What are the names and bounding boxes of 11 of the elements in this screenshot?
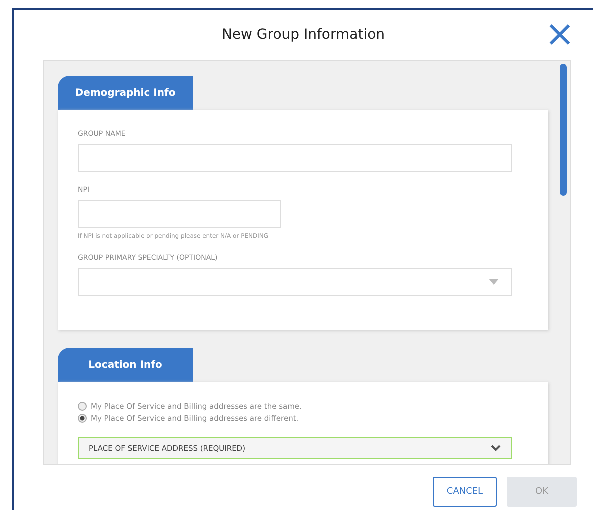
close-button[interactable]: × [544, 20, 575, 50]
caret-icon [489, 279, 499, 285]
chevron-icon [491, 445, 501, 451]
radio-button[interactable] [78, 414, 87, 423]
input-field[interactable] [78, 200, 281, 228]
input-field[interactable] [78, 144, 512, 172]
select-field[interactable] [78, 268, 512, 296]
radio-button[interactable] [78, 402, 87, 411]
dialog-title: New Group Information [222, 27, 386, 43]
cancel-button[interactable]: CANCEL [433, 477, 497, 507]
scrollbar-thumb[interactable] [560, 64, 566, 196]
